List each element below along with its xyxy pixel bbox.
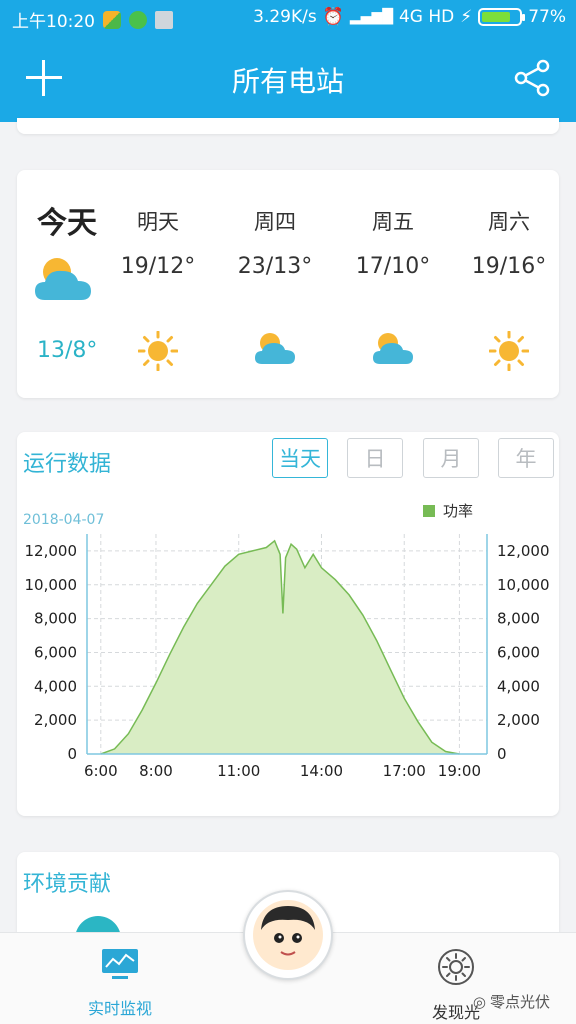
forecast-day: 明天 19/12° bbox=[103, 206, 213, 375]
watermark-text: 零点光伏 bbox=[489, 993, 550, 1011]
monitor-icon bbox=[102, 949, 138, 979]
signal-icon: ▂▄▆█ bbox=[349, 9, 393, 25]
battery-percent: 77% bbox=[528, 7, 566, 27]
forecast-day-temp: 19/12° bbox=[120, 254, 196, 279]
app-header: 所有电站 bbox=[0, 34, 576, 122]
forecast-day-temp: 23/13° bbox=[237, 254, 313, 279]
nav-monitor-label: 实时监视 bbox=[87, 999, 152, 1018]
network-type: 4G HD bbox=[398, 7, 455, 27]
forecast-day-temp: 17/10° bbox=[355, 254, 431, 279]
forecast-day-temp: 19/16° bbox=[471, 254, 547, 279]
y-tick-label-left: 4,000 bbox=[34, 677, 77, 695]
message-notification-icon bbox=[155, 10, 173, 29]
battery-fill bbox=[482, 12, 510, 22]
forecast-day-name: 周六 bbox=[488, 210, 530, 234]
status-time: 上午10:20 bbox=[12, 12, 95, 32]
y-tick-label-right: 12,000 bbox=[497, 542, 550, 560]
y-tick-label-left: 10,000 bbox=[25, 576, 78, 594]
x-tick-label: 14:00 bbox=[300, 762, 343, 780]
x-tick-label: 11:00 bbox=[217, 762, 260, 780]
y-tick-label-left: 8,000 bbox=[34, 610, 77, 628]
avatar bbox=[253, 900, 323, 970]
partly-cloudy-icon bbox=[373, 333, 413, 364]
sun-icon bbox=[489, 331, 529, 371]
x-tick-label: 6:00 bbox=[84, 762, 118, 780]
partly-cloudy-icon bbox=[255, 333, 295, 364]
forecast-day-name: 周四 bbox=[254, 210, 296, 234]
forecast-day: 周六 19/16° bbox=[454, 206, 564, 375]
weather-card: 今天 13/8° 明天 19/12° 周四 23/13° 周五 17/10° 周… bbox=[17, 170, 559, 398]
station-card-stub bbox=[17, 118, 559, 134]
y-tick-label-right: 0 bbox=[497, 745, 507, 763]
forecast-day: 周四 23/13° bbox=[220, 206, 330, 375]
sun-icon bbox=[138, 331, 178, 371]
app-notification-icon bbox=[103, 10, 121, 29]
battery-icon bbox=[478, 8, 526, 26]
status-bar: 上午10:20 3.29K/s ⏰ ▂▄▆█ 4G HD ⚡ 77% bbox=[0, 0, 576, 34]
y-tick-label-right: 8,000 bbox=[497, 610, 540, 628]
nav-monitor[interactable]: 实时监视 bbox=[60, 947, 180, 1019]
avatar-face-icon bbox=[261, 906, 315, 956]
operation-data-card: 运行数据 当天 日 月 年 2018-04-07 功率 0 0 2,000 2,000… bbox=[17, 432, 559, 816]
y-tick-label-left: 6,000 bbox=[34, 643, 77, 661]
forecast-day: 周五 17/10° bbox=[338, 206, 448, 375]
y-tick-label-left: 2,000 bbox=[34, 711, 77, 729]
net-speed: 3.29K/s bbox=[253, 7, 317, 27]
profile-avatar-button[interactable] bbox=[243, 890, 333, 980]
watermark: ◎ 零点光伏 bbox=[473, 991, 550, 1012]
y-tick-label-right: 2,000 bbox=[497, 711, 540, 729]
power-area bbox=[100, 540, 460, 754]
power-chart: 0 0 2,000 2,000 4,000 4,000 6,000 6,000 8,000 8,0… bbox=[25, 534, 550, 780]
environment-title: 环境贡献 bbox=[23, 872, 112, 897]
wechat-logo-icon: ◎ bbox=[472, 992, 486, 1011]
today-label: 今天 bbox=[37, 206, 97, 241]
share-button[interactable] bbox=[512, 58, 552, 98]
y-tick-label-left: 0 bbox=[67, 745, 77, 763]
alarm-icon: ⏰ bbox=[322, 7, 344, 27]
y-tick-label-right: 10,000 bbox=[497, 576, 550, 594]
page-title: 所有电站 bbox=[231, 65, 344, 98]
forecast-day-name: 周五 bbox=[372, 210, 414, 234]
share-icon bbox=[514, 59, 550, 97]
charging-icon: ⚡ bbox=[460, 7, 473, 27]
wechat-notification-icon bbox=[129, 10, 147, 29]
today-temp: 13/8° bbox=[37, 338, 98, 363]
discover-sun-icon bbox=[438, 949, 474, 985]
x-tick-label: 8:00 bbox=[139, 762, 173, 780]
x-tick-label: 19:00 bbox=[438, 762, 481, 780]
forecast-day-name: 明天 bbox=[137, 210, 179, 234]
y-tick-label-left: 12,000 bbox=[25, 542, 78, 560]
x-tick-label: 17:00 bbox=[383, 762, 426, 780]
y-tick-label-right: 6,000 bbox=[497, 643, 540, 661]
y-tick-label-right: 4,000 bbox=[497, 677, 540, 695]
partly-cloudy-icon bbox=[35, 258, 91, 300]
